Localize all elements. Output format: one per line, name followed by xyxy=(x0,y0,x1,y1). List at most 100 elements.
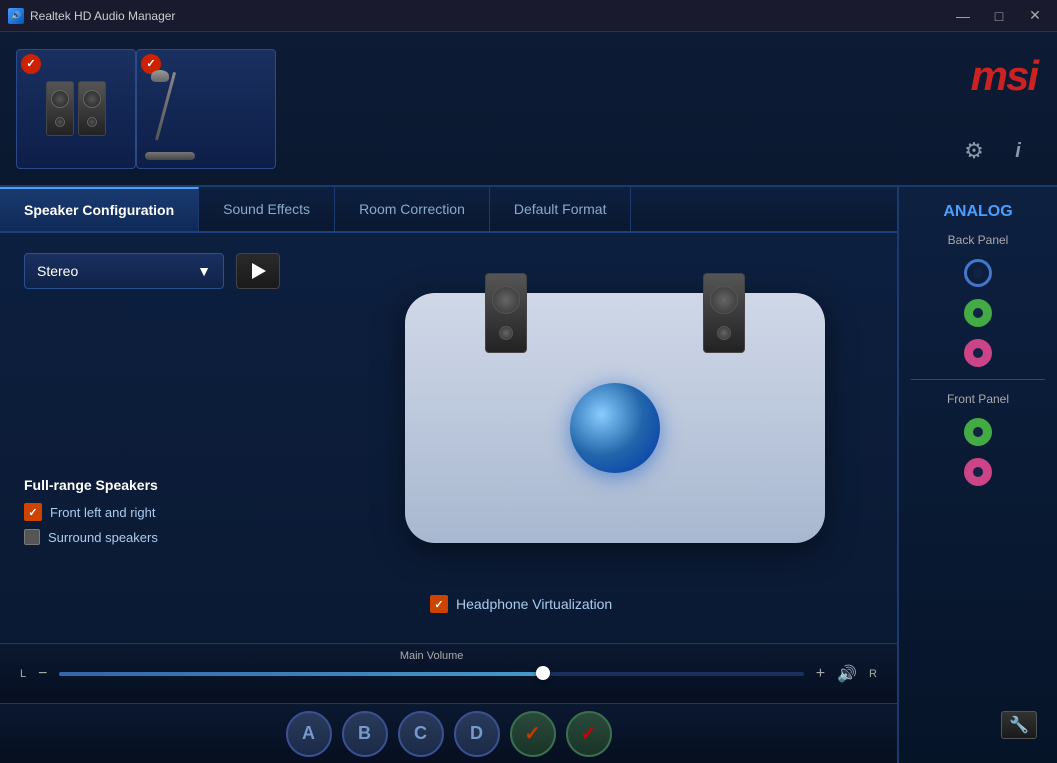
volume-bar-area: L − Main Volume + 🔊 R xyxy=(0,643,897,703)
pink-front-jack[interactable] xyxy=(964,458,992,486)
volume-thumb[interactable] xyxy=(536,666,550,680)
front-lr-label: Front left and right xyxy=(50,505,156,520)
maximize-button[interactable]: □ xyxy=(985,6,1013,26)
stage-speaker-right-tweeter xyxy=(717,326,731,340)
title-bar: 🔊 Realtek HD Audio Manager — □ ✕ xyxy=(0,0,1057,32)
analog-title: ANALOG xyxy=(943,203,1012,221)
green-jack[interactable] xyxy=(964,299,992,327)
a-button[interactable]: A xyxy=(286,711,332,757)
wrench-button[interactable]: 🔧 xyxy=(1001,711,1037,739)
content-panel: Speaker Configuration Sound Effects Room… xyxy=(0,187,897,763)
dropdown-arrow-icon: ▼ xyxy=(197,263,211,279)
speaker-stage xyxy=(405,293,825,543)
speaker-tweeter-left xyxy=(55,117,65,127)
vol-plus-icon[interactable]: + xyxy=(816,665,825,683)
bottom-buttons: A B C D ✓ ✓ xyxy=(0,703,897,763)
headphone-virt-label: Headphone Virtualization xyxy=(456,596,612,612)
app-container: ✓ ✓ msi ⚙ xyxy=(0,32,1057,763)
stage-speaker-left-woofer xyxy=(492,286,520,314)
volume-fill xyxy=(59,672,543,676)
stage-speaker-left[interactable] xyxy=(485,273,527,353)
front-panel-green-jack-row xyxy=(964,418,992,446)
play-icon xyxy=(252,263,266,279)
headphone-virt-checkbox[interactable]: ✓ xyxy=(430,595,448,613)
back-panel-label: Back Panel xyxy=(948,233,1009,247)
stage-speaker-right[interactable] xyxy=(703,273,745,353)
app-icon: 🔊 xyxy=(8,8,24,24)
mic-base xyxy=(145,152,195,160)
volume-slider-wrapper: Main Volume xyxy=(59,672,803,676)
main-area: Speaker Configuration Sound Effects Room… xyxy=(0,187,1057,763)
green-jack-inner xyxy=(973,308,983,318)
front-lr-checkbox[interactable]: ✓ xyxy=(24,503,42,521)
msi-logo: msi xyxy=(971,52,1037,100)
pink-jack-inner xyxy=(973,348,983,358)
back-panel-green-jack-row xyxy=(964,299,992,327)
volume-slider[interactable] xyxy=(59,672,803,676)
config-content: Stereo ▼ xyxy=(0,233,897,643)
side-panel-bottom: 🔧 xyxy=(911,498,1045,747)
d-button[interactable]: D xyxy=(454,711,500,757)
surround-checkbox[interactable] xyxy=(24,529,40,545)
speaker-type-dropdown[interactable]: Stereo ▼ xyxy=(24,253,224,289)
header: ✓ ✓ msi ⚙ xyxy=(0,32,1057,187)
vol-right-label: R xyxy=(869,668,877,680)
speakers-device-box[interactable]: ✓ xyxy=(16,49,136,169)
back-panel-jacks xyxy=(964,259,992,287)
front-panel-pink-jack-row xyxy=(964,458,992,486)
stage-listener-ball xyxy=(570,383,660,473)
mic-arm xyxy=(155,71,176,139)
tab-default-format[interactable]: Default Format xyxy=(490,187,632,231)
speaker-woofer-left xyxy=(51,90,69,108)
check2-button[interactable]: ✓ xyxy=(566,711,612,757)
fullrange-section: Full-range Speakers ✓ Front left and rig… xyxy=(24,477,158,553)
speaker-tweeter-right xyxy=(87,117,97,127)
close-button[interactable]: ✕ xyxy=(1021,6,1049,26)
tab-room-correction[interactable]: Room Correction xyxy=(335,187,490,231)
info-icon[interactable]: i xyxy=(1004,137,1032,165)
speaker-active-badge: ✓ xyxy=(21,54,41,74)
front-panel-label: Front Panel xyxy=(947,392,1009,406)
vol-left-label: L xyxy=(20,668,26,680)
tab-bar: Speaker Configuration Sound Effects Room… xyxy=(0,187,897,233)
header-icons: ⚙ i xyxy=(960,137,1032,165)
headphone-virtualization-row: ✓ Headphone Virtualization xyxy=(430,595,612,613)
stage-speaker-left-tweeter xyxy=(499,326,513,340)
side-panel: ANALOG Back Panel Front Panel xyxy=(897,187,1057,763)
fullrange-title: Full-range Speakers xyxy=(24,477,158,493)
title-bar-left: 🔊 Realtek HD Audio Manager xyxy=(8,8,175,24)
blue-jack-inner xyxy=(973,268,983,278)
volume-label: Main Volume xyxy=(400,650,464,662)
mic-head xyxy=(151,70,169,82)
minimize-button[interactable]: — xyxy=(949,6,977,26)
panel-divider xyxy=(911,379,1045,380)
vol-speaker-icon[interactable]: 🔊 xyxy=(837,664,857,684)
c-button[interactable]: C xyxy=(398,711,444,757)
settings-icon[interactable]: ⚙ xyxy=(960,137,988,165)
check2-icon: ✓ xyxy=(580,721,597,746)
pink-jack[interactable] xyxy=(964,339,992,367)
speaker-unit-left xyxy=(46,81,74,136)
blue-jack[interactable] xyxy=(964,259,992,287)
dropdown-value: Stereo xyxy=(37,263,78,279)
play-test-button[interactable] xyxy=(236,253,280,289)
speaker-group xyxy=(46,81,106,136)
check1-button[interactable]: ✓ xyxy=(510,711,556,757)
controls-row: Stereo ▼ xyxy=(24,253,873,289)
surround-row: Surround speakers xyxy=(24,529,158,545)
tab-sound-effects[interactable]: Sound Effects xyxy=(199,187,335,231)
speaker-woofer-right xyxy=(83,90,101,108)
app-title: Realtek HD Audio Manager xyxy=(30,9,175,23)
front-lr-row: ✓ Front left and right xyxy=(24,503,158,521)
back-panel-pink-jack-row xyxy=(964,339,992,367)
vol-minus-icon[interactable]: − xyxy=(38,665,47,683)
mic-device-box[interactable]: ✓ xyxy=(136,49,276,169)
green-front-jack-inner xyxy=(973,427,983,437)
tab-speaker-configuration[interactable]: Speaker Configuration xyxy=(0,187,199,231)
speaker-stage-container xyxy=(405,293,845,593)
title-controls: — □ ✕ xyxy=(949,6,1049,26)
check1-icon: ✓ xyxy=(524,721,541,746)
b-button[interactable]: B xyxy=(342,711,388,757)
surround-label: Surround speakers xyxy=(48,530,158,545)
green-front-jack[interactable] xyxy=(964,418,992,446)
